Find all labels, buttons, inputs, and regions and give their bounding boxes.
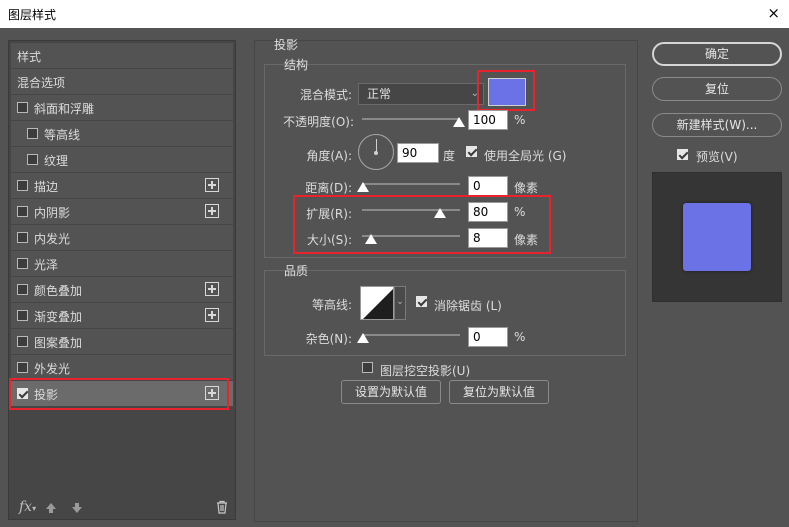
style-list-checkbox[interactable] bbox=[17, 258, 28, 269]
reset-button[interactable]: 复位 bbox=[652, 77, 782, 101]
preview-box bbox=[652, 172, 782, 302]
reset-default-button[interactable]: 复位为默认值 bbox=[449, 380, 549, 404]
noise-slider-track[interactable] bbox=[362, 334, 460, 336]
style-list-label: 纹理 bbox=[44, 154, 69, 168]
style-list-item[interactable]: 描边 bbox=[11, 173, 233, 198]
antialias-label: 消除锯齿 (L) bbox=[434, 299, 502, 313]
style-list-item[interactable]: 内阴影 bbox=[11, 199, 233, 224]
style-list-checkbox[interactable] bbox=[17, 336, 28, 347]
style-list-item[interactable]: 光泽 bbox=[11, 251, 233, 276]
window-title: 图层样式 bbox=[8, 8, 57, 22]
new-style-button[interactable]: 新建样式(W)... bbox=[652, 113, 782, 137]
distance-unit: 像素 bbox=[514, 181, 539, 195]
add-effect-icon[interactable] bbox=[205, 282, 219, 296]
style-list-item[interactable]: 外发光 bbox=[11, 355, 233, 380]
structure-title: 结构 bbox=[284, 58, 309, 72]
style-list-checkbox[interactable] bbox=[27, 128, 38, 139]
style-list-label: 样式 bbox=[17, 50, 42, 64]
style-list-item[interactable]: 纹理 bbox=[11, 147, 233, 172]
chevron-down-icon: ⌄ bbox=[396, 297, 404, 307]
contour-preview[interactable] bbox=[360, 286, 394, 320]
style-list-label: 外发光 bbox=[34, 362, 71, 376]
title-bar: 图层样式 × bbox=[0, 0, 789, 28]
style-list-label: 内阴影 bbox=[34, 206, 71, 220]
opacity-slider-thumb[interactable] bbox=[453, 117, 465, 127]
style-list-item[interactable]: 斜面和浮雕 bbox=[11, 95, 233, 120]
style-list-checkbox[interactable] bbox=[17, 102, 28, 113]
move-up-icon[interactable] bbox=[45, 502, 57, 514]
style-list-item[interactable]: 图案叠加 bbox=[11, 329, 233, 354]
distance-input[interactable]: 0 bbox=[468, 176, 508, 196]
contour-curve-icon bbox=[363, 289, 393, 319]
style-list-label: 颜色叠加 bbox=[34, 284, 83, 298]
set-default-button[interactable]: 设置为默认值 bbox=[341, 380, 441, 404]
style-list-label: 斜面和浮雕 bbox=[34, 102, 95, 116]
style-list-checkbox[interactable] bbox=[17, 180, 28, 191]
style-list-item[interactable]: 颜色叠加 bbox=[11, 277, 233, 302]
blend-mode-label: 混合模式: bbox=[299, 88, 352, 102]
angle-unit: 度 bbox=[443, 149, 456, 163]
angle-input[interactable]: 90 bbox=[397, 143, 439, 163]
contour-label: 等高线: bbox=[311, 298, 352, 312]
global-light-checkbox[interactable] bbox=[466, 146, 477, 157]
style-list-item[interactable]: 等高线 bbox=[11, 121, 233, 146]
angle-dial[interactable] bbox=[358, 134, 394, 170]
ok-button[interactable]: 确定 bbox=[652, 42, 782, 66]
preview-swatch bbox=[683, 203, 751, 271]
opacity-slider-track[interactable] bbox=[362, 118, 460, 120]
style-list-checkbox[interactable] bbox=[17, 232, 28, 243]
style-list-checkbox[interactable] bbox=[27, 154, 38, 165]
trash-icon[interactable] bbox=[215, 500, 229, 514]
style-list-label: 描边 bbox=[34, 180, 59, 194]
contour-dropdown-button[interactable]: ⌄ bbox=[394, 286, 406, 320]
style-list-label: 内发光 bbox=[34, 232, 71, 246]
knockout-checkbox[interactable] bbox=[362, 362, 373, 373]
angle-label: 角度(A): bbox=[306, 149, 352, 163]
style-list-item[interactable]: 混合选项 bbox=[11, 69, 233, 94]
preview-checkbox[interactable] bbox=[677, 149, 688, 160]
style-list-checkbox[interactable] bbox=[17, 310, 28, 321]
style-list-label: 等高线 bbox=[44, 128, 81, 142]
knockout-label: 图层挖空投影(U) bbox=[380, 364, 471, 378]
style-list-item[interactable]: 样式 bbox=[11, 43, 233, 68]
noise-unit: % bbox=[514, 330, 526, 344]
antialias-checkbox[interactable] bbox=[416, 296, 427, 307]
add-effect-icon[interactable] bbox=[205, 204, 219, 218]
opacity-label: 不透明度(O): bbox=[283, 115, 354, 129]
style-list-checkbox[interactable] bbox=[17, 206, 28, 217]
blend-mode-select[interactable]: 正常 ⌄ bbox=[358, 83, 484, 105]
noise-slider-thumb[interactable] bbox=[357, 333, 369, 343]
opacity-unit: % bbox=[514, 113, 526, 127]
noise-input[interactable]: 0 bbox=[468, 327, 508, 347]
noise-label: 杂色(N): bbox=[305, 332, 352, 346]
highlight-drop-shadow-item bbox=[9, 378, 229, 410]
distance-slider-track[interactable] bbox=[362, 183, 460, 185]
style-list-checkbox[interactable] bbox=[17, 362, 28, 373]
style-list-label: 渐变叠加 bbox=[34, 310, 83, 324]
style-list-checkbox[interactable] bbox=[17, 284, 28, 295]
distance-slider-thumb[interactable] bbox=[357, 182, 369, 192]
move-down-icon[interactable] bbox=[71, 502, 83, 514]
style-list-item[interactable]: 内发光 bbox=[11, 225, 233, 250]
fx-icon[interactable]: fx▾ bbox=[19, 499, 36, 515]
highlight-color-swatch bbox=[477, 70, 535, 111]
style-list-panel: 样式混合选项斜面和浮雕等高线纹理描边内阴影内发光光泽颜色叠加渐变叠加图案叠加外发… bbox=[8, 40, 236, 520]
global-light-label: 使用全局光 (G) bbox=[484, 149, 567, 163]
style-list-label: 图案叠加 bbox=[34, 336, 83, 350]
section-title: 投影 bbox=[274, 38, 299, 52]
highlight-spread-size bbox=[293, 195, 551, 254]
close-icon[interactable]: × bbox=[767, 4, 780, 22]
style-list-label: 光泽 bbox=[34, 258, 59, 272]
style-list-label: 混合选项 bbox=[17, 76, 66, 90]
distance-label: 距离(D): bbox=[305, 181, 352, 195]
quality-title: 品质 bbox=[284, 264, 309, 278]
add-effect-icon[interactable] bbox=[205, 178, 219, 192]
add-effect-icon[interactable] bbox=[205, 308, 219, 322]
opacity-input[interactable]: 100 bbox=[468, 110, 508, 130]
preview-label: 预览(V) bbox=[696, 150, 738, 164]
style-list-item[interactable]: 渐变叠加 bbox=[11, 303, 233, 328]
